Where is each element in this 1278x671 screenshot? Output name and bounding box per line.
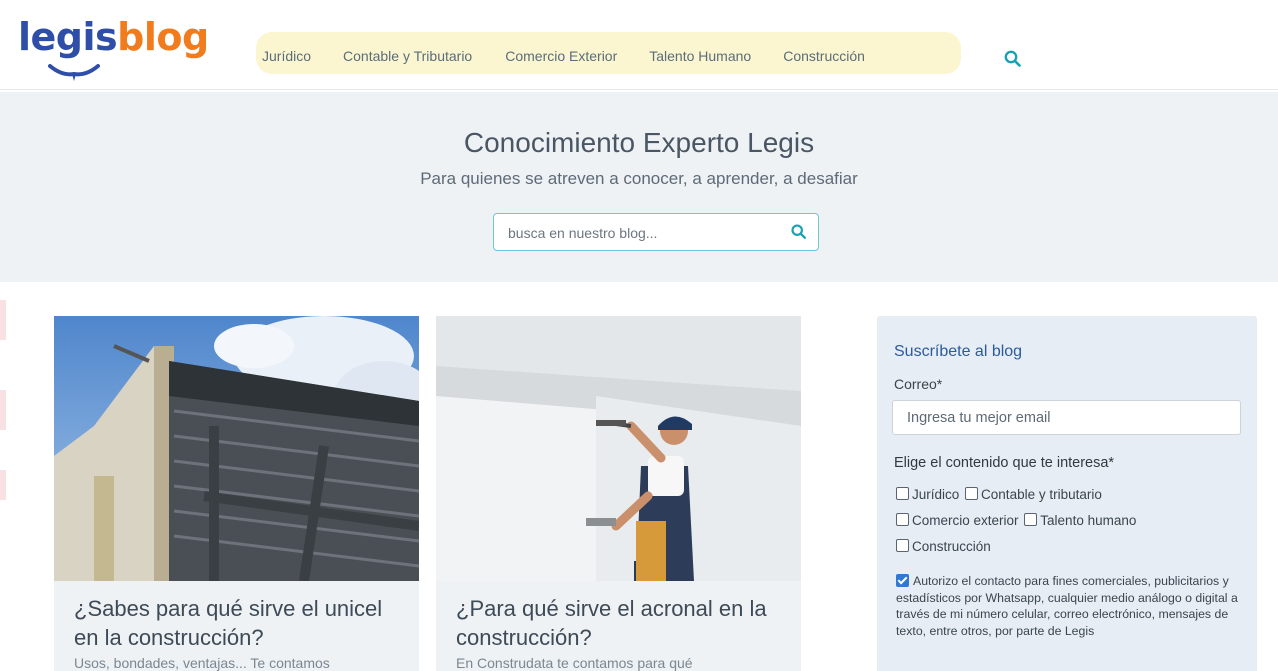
checkbox[interactable] [896, 487, 909, 500]
option-construccion[interactable]: Construcción [896, 539, 991, 554]
email-field-wrapper [892, 400, 1241, 435]
blog-search-box [493, 213, 819, 251]
article-excerpt: Usos, bondades, ventajas... Te contamos [74, 655, 330, 671]
edge-decoration [0, 300, 6, 340]
article-image-unicel[interactable] [54, 316, 419, 581]
option-label: Jurídico [912, 487, 960, 502]
consent-text: Autorizo el contacto para fines comercia… [896, 574, 1238, 638]
subscribe-panel: Suscríbete al blog Correo* Elige el cont… [877, 316, 1257, 671]
option-label: Contable y tributario [981, 487, 1102, 502]
article-excerpt: En Construdata te contamos para qué [456, 655, 693, 671]
edge-decoration [0, 390, 6, 430]
book-icon [48, 64, 100, 81]
legisblog-logo[interactable]: legisblog [18, 18, 218, 88]
option-juridico[interactable]: Jurídico [896, 487, 959, 502]
blog-search-input[interactable] [508, 223, 778, 243]
site-header: legisblog Jurídico Contable y Tributario… [0, 0, 1278, 90]
logo-text-blog: blog [117, 15, 209, 59]
article-title[interactable]: ¿Para qué sirve el acronal en la constru… [456, 594, 786, 652]
email-label: Correo* [894, 376, 943, 392]
article-title[interactable]: ¿Sabes para qué sirve el unicel en la co… [74, 594, 404, 652]
interest-label: Elige el contenido que te interesa* [894, 455, 1115, 471]
hero-title: Conocimiento Experto Legis [463, 127, 815, 158]
option-label: Construcción [912, 539, 991, 554]
email-field[interactable] [907, 408, 1227, 428]
checkbox[interactable] [1024, 513, 1038, 526]
subscribe-title: Suscríbete al blog [894, 343, 1023, 360]
main-nav: Jurídico Contable y Tributario Comercio … [262, 48, 865, 64]
search-icon[interactable] [1003, 49, 1023, 69]
nav-item-talento-humano[interactable]: Talento Humano [649, 48, 751, 64]
consent-block: Autorizo el contacto para fines comercia… [896, 573, 1241, 639]
option-label: Comercio exterior [912, 513, 1019, 528]
article-card[interactable]: ¿Para qué sirve el acronal en la constru… [436, 316, 801, 671]
option-talento-humano[interactable]: Talento humano [1024, 513, 1136, 528]
article-image-acronal[interactable] [436, 316, 801, 581]
hero-subtitle: Para quienes se atreven a conocer, a apr… [420, 169, 858, 188]
checkbox[interactable] [965, 487, 979, 500]
edge-decoration [0, 470, 6, 500]
interest-options: Jurídico Contable y tributario Comercio … [896, 482, 1236, 560]
nav-item-juridico[interactable]: Jurídico [262, 48, 311, 64]
search-icon[interactable] [790, 223, 808, 241]
nav-item-contable-tributario[interactable]: Contable y Tributario [343, 48, 472, 64]
option-label: Talento humano [1040, 513, 1137, 528]
option-contable-tributario[interactable]: Contable y tributario [965, 487, 1102, 502]
nav-item-construccion[interactable]: Construcción [783, 48, 865, 64]
article-card[interactable]: ¿Sabes para qué sirve el unicel en la co… [54, 316, 419, 671]
consent-checkbox[interactable] [896, 574, 909, 587]
checkbox[interactable] [896, 539, 909, 552]
hero-section: Conocimiento Experto Legis Para quienes … [0, 92, 1278, 282]
option-comercio-exterior[interactable]: Comercio exterior [896, 513, 1019, 528]
checkbox[interactable] [896, 513, 909, 526]
logo-text-legis: legis [18, 15, 118, 59]
nav-item-comercio-exterior[interactable]: Comercio Exterior [505, 48, 617, 64]
